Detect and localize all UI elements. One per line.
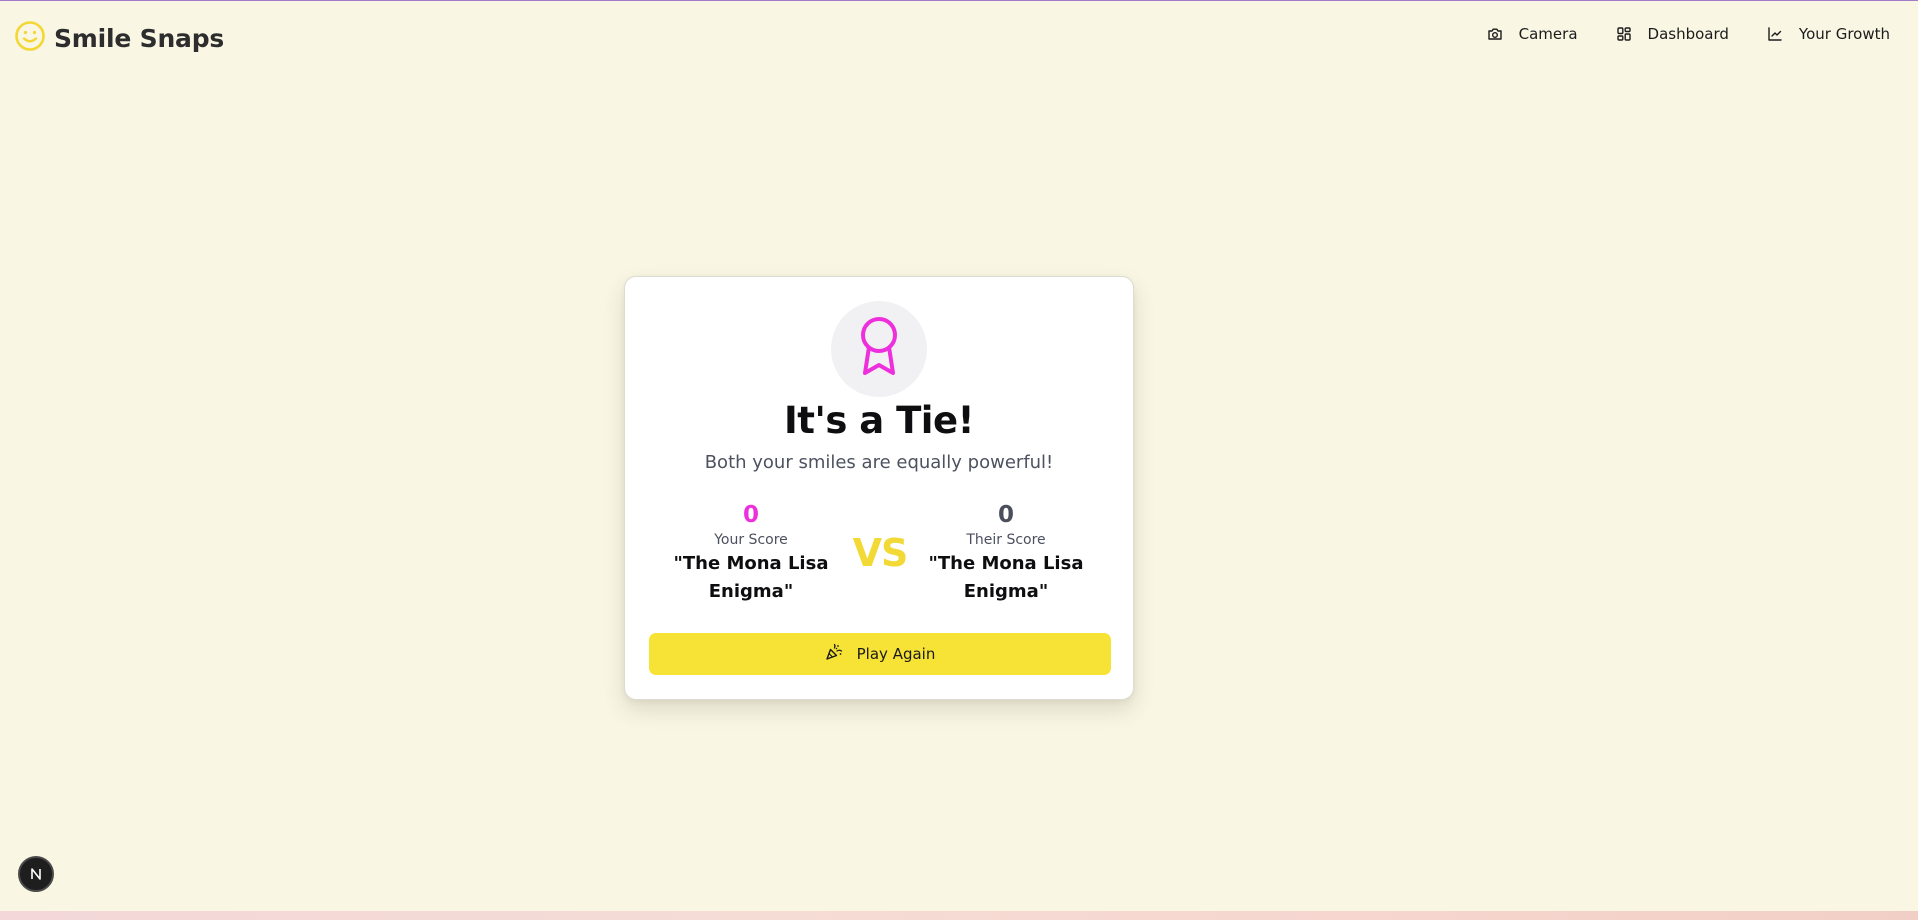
nav-dashboard-label: Dashboard [1647,25,1729,43]
nav-camera-label: Camera [1518,25,1578,43]
nav-dashboard[interactable]: Dashboard [1616,25,1729,43]
opponent-score-value: 0 [997,502,1014,528]
camera-icon [1487,26,1503,42]
player-score-panel: 0 Your Score "The Mona Lisa Enigma" [651,501,851,606]
player-score-value: 0 [742,502,759,528]
result-subtitle: Both your smiles are equally powerful! [704,452,1054,473]
nav-your-growth-label: Your Growth [1798,25,1890,43]
player-score-label: Your Score [714,532,788,548]
dev-tools-badge[interactable] [18,856,54,892]
play-again-button[interactable]: Play Again [649,633,1111,675]
award-badge [831,301,927,397]
brand[interactable]: Smile Snaps [14,20,224,56]
chart-line-icon [1767,26,1783,42]
smiley-icon [14,20,46,56]
n-logo-icon [31,868,41,880]
play-again-label: Play Again [856,645,936,663]
dashboard-icon [1616,26,1632,42]
main-nav: Camera Dashboard Your Growth [1487,25,1890,43]
nav-your-growth[interactable]: Your Growth [1767,25,1890,43]
opponent-score-panel: 0 Their Score "The Mona Lisa Enigma" [906,501,1106,606]
nav-camera[interactable]: Camera [1487,25,1578,43]
player-smile-name: "The Mona Lisa Enigma" [673,553,829,602]
app-header: Smile Snaps Camera Dashboard Your Growth [0,1,1918,73]
opponent-score-label: Their Score [966,532,1046,548]
bottom-strip [0,911,1918,920]
brand-name: Smile Snaps [54,23,225,53]
opponent-smile-name: "The Mona Lisa Enigma" [928,553,1084,602]
result-card: It's a Tie! Both your smiles are equally… [624,276,1134,700]
party-popper-icon [825,643,843,665]
result-title: It's a Tie! [784,399,974,442]
award-ribbon-icon [855,315,903,383]
